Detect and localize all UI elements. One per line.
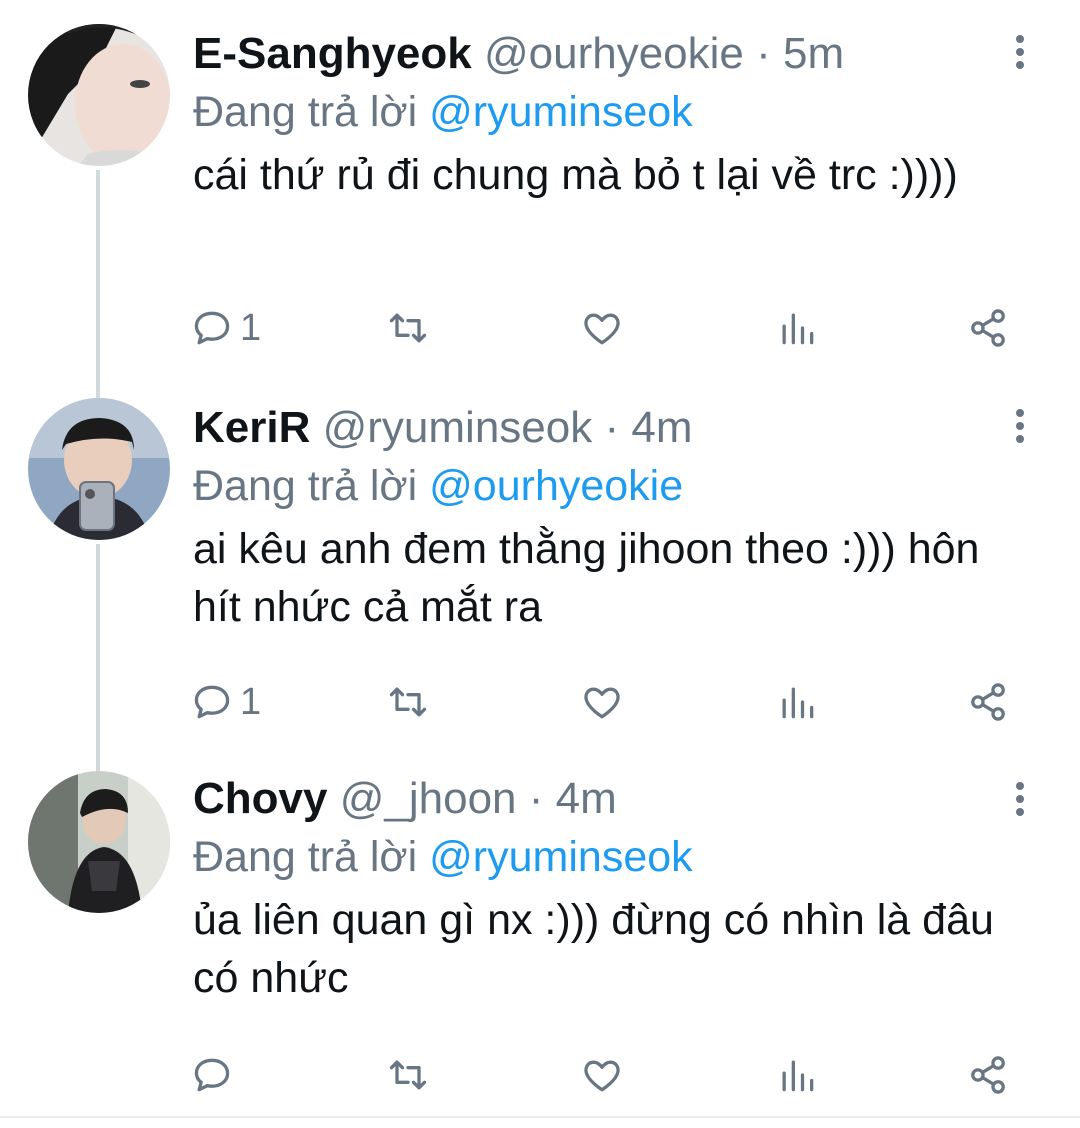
tweet-text: ủa liên quan gì nx :))) đừng có nhìn là …	[193, 896, 994, 1002]
tweet-header: Chovy @_jhoon · 4m	[193, 773, 1000, 825]
reply-icon	[194, 1058, 230, 1092]
like-button[interactable]	[580, 1045, 624, 1105]
divider	[0, 1116, 1080, 1118]
share-button[interactable]	[966, 1045, 1010, 1105]
retweet-icon	[389, 1060, 427, 1090]
more-options-icon[interactable]	[1000, 769, 1040, 829]
retweet-icon	[389, 313, 427, 343]
share-icon	[971, 683, 1005, 721]
reply-icon	[194, 685, 230, 719]
reply-context: Đang trả lời @ryuminseok	[193, 831, 1000, 883]
tweet-text: ai kêu anh đem thằng jihoon theo :))) hô…	[193, 525, 980, 631]
user-handle[interactable]: @ourhyeokie	[484, 29, 744, 78]
action-bar: 1	[190, 298, 1020, 358]
share-icon	[971, 1056, 1005, 1094]
like-button[interactable]	[580, 298, 624, 358]
avatar[interactable]	[28, 771, 170, 913]
tweet[interactable]: E-Sanghyeok @ourhyeokie · 5m Đang trả lờ…	[0, 0, 1080, 380]
more-options-icon[interactable]	[1000, 22, 1040, 82]
like-button[interactable]	[580, 672, 624, 732]
share-icon	[971, 309, 1005, 347]
reply-count: 1	[240, 680, 262, 723]
analytics-button[interactable]	[775, 1045, 819, 1105]
tweet[interactable]: Chovy @_jhoon · 4m Đang trả lời @ryumins…	[0, 755, 1080, 1115]
separator: ·	[528, 774, 544, 823]
reply-button[interactable]: 1	[190, 672, 261, 732]
timestamp[interactable]: 4m	[631, 403, 692, 452]
avatar[interactable]	[28, 398, 170, 540]
share-button[interactable]	[966, 298, 1010, 358]
retweet-button[interactable]	[386, 1045, 430, 1105]
display-name[interactable]: Chovy	[193, 774, 327, 823]
reply-button[interactable]	[190, 1045, 240, 1105]
avatar[interactable]	[28, 24, 170, 166]
tweet-header: E-Sanghyeok @ourhyeokie · 5m	[193, 28, 1000, 80]
tweet-text: cái thứ rủ đi chung mà bỏ t lại về trc :…	[193, 151, 958, 199]
retweet-icon	[389, 687, 427, 717]
timestamp[interactable]: 4m	[556, 774, 617, 823]
mention-link[interactable]: @ourhyeokie	[429, 462, 683, 510]
tweet-header: KeriR @ryuminseok · 4m	[193, 402, 1000, 454]
reply-prefix: Đang trả lời	[193, 88, 418, 136]
mention-link[interactable]: @ryuminseok	[429, 88, 693, 136]
analytics-button[interactable]	[775, 298, 819, 358]
user-handle[interactable]: @_jhoon	[340, 774, 517, 823]
reply-context: Đang trả lời @ourhyeokie	[193, 460, 1000, 512]
action-bar: 1	[190, 672, 1020, 732]
retweet-button[interactable]	[386, 298, 430, 358]
reply-prefix: Đang trả lời	[193, 833, 418, 881]
like-icon	[584, 1060, 620, 1092]
analytics-button[interactable]	[775, 672, 819, 732]
mention-link[interactable]: @ryuminseok	[429, 833, 693, 881]
analytics-icon	[782, 1060, 814, 1092]
reply-button[interactable]: 1	[190, 298, 261, 358]
more-options-icon[interactable]	[1000, 396, 1040, 456]
separator: ·	[756, 29, 771, 78]
like-icon	[584, 313, 620, 345]
reply-icon	[194, 311, 230, 345]
display-name[interactable]: KeriR	[193, 403, 310, 452]
reply-context: Đang trả lời @ryuminseok	[193, 86, 1000, 138]
reply-prefix: Đang trả lời	[193, 462, 418, 510]
timestamp[interactable]: 5m	[783, 29, 844, 78]
analytics-icon	[782, 687, 814, 719]
action-bar	[190, 1045, 1020, 1105]
display-name[interactable]: E-Sanghyeok	[193, 29, 472, 78]
reply-count: 1	[240, 306, 262, 349]
retweet-button[interactable]	[386, 672, 430, 732]
user-handle[interactable]: @ryuminseok	[323, 403, 593, 452]
analytics-icon	[782, 313, 814, 345]
share-button[interactable]	[966, 672, 1010, 732]
tweet[interactable]: KeriR @ryuminseok · 4m Đang trả lời @our…	[0, 380, 1080, 755]
separator: ·	[604, 403, 620, 452]
like-icon	[584, 687, 620, 719]
